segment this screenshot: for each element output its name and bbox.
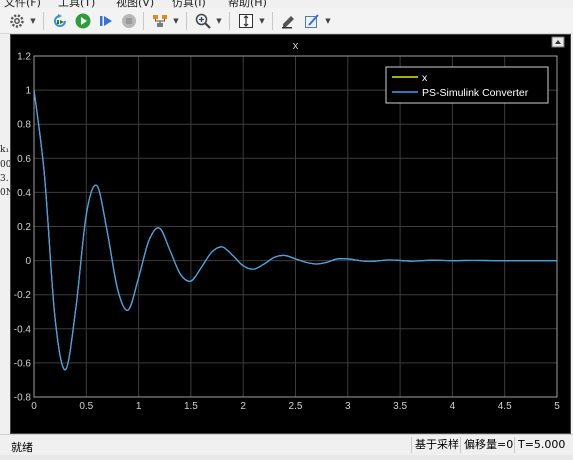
- y-tick-label: 0: [25, 256, 31, 267]
- x-tick-label: 1.5: [184, 401, 198, 412]
- x-tick-label: 5: [554, 401, 560, 412]
- status-text: 就绪: [11, 441, 33, 454]
- menu-view[interactable]: 视图(V): [116, 0, 154, 8]
- step-back-icon[interactable]: [49, 11, 71, 31]
- plot-area[interactable]: x 0 0.5 1 1.5 2 2.5 3 3.5 4 4.5 5 -0.8 -0.6 -0.4 -0.2 0 0…: [11, 35, 570, 433]
- x-tick-label: 3.5: [393, 401, 407, 412]
- x-tick-label: 4: [450, 401, 456, 412]
- offset-label: 偏移量=0: [460, 437, 516, 453]
- toolbar-separator: [143, 11, 144, 30]
- legend-label: x: [422, 72, 428, 84]
- menu-help[interactable]: 帮助(H): [228, 0, 267, 8]
- y-tick-label: 0.2: [17, 222, 31, 233]
- autoscale-icon[interactable]: [235, 11, 257, 31]
- y-tick-label: 0.8: [17, 120, 31, 131]
- y-tick-label: 1: [25, 86, 31, 97]
- status-bar: 就绪 基于采样 偏移量=0 T=5.000: [0, 434, 573, 455]
- menu-tools[interactable]: 工具(T): [58, 0, 95, 8]
- toolbar: ▼ ▼ ▼ ▼ ▼: [0, 8, 573, 34]
- scope-display[interactable]: x 0 0.5 1 1.5 2 2.5 3 3.5 4 4.5 5 -0.8 -0.6 -0.4 -0.2 0 0…: [10, 34, 571, 434]
- chevron-down-icon[interactable]: ▼: [324, 11, 332, 31]
- y-tick-label: -0.4: [14, 324, 32, 335]
- step-forward-icon[interactable]: [95, 11, 117, 31]
- side-label: 3.: [0, 174, 9, 184]
- stop-icon[interactable]: [118, 11, 140, 31]
- bottom-strip: [0, 455, 573, 460]
- toolbar-separator: [43, 11, 44, 30]
- menu-bar: 文件(F) 工具(T) 视图(V) 仿真(I) 帮助(H): [0, 0, 573, 8]
- chevron-down-icon[interactable]: ▼: [258, 11, 266, 31]
- x-tick-label: 2: [240, 401, 246, 412]
- menu-simulation[interactable]: 仿真(I): [172, 0, 206, 8]
- chevron-down-icon[interactable]: ▼: [29, 11, 37, 31]
- y-tick-label: -0.8: [14, 393, 32, 404]
- chevron-down-icon[interactable]: ▼: [172, 11, 180, 31]
- sample-mode-label: 基于采样: [411, 437, 462, 453]
- toolbar-separator: [272, 11, 273, 30]
- style-icon[interactable]: [301, 11, 323, 31]
- signal-selector-icon[interactable]: [149, 11, 171, 31]
- zoom-in-icon[interactable]: [192, 11, 214, 31]
- x-tick-label: 4.5: [498, 401, 512, 412]
- run-icon[interactable]: [72, 11, 94, 31]
- side-label: k₁: [0, 145, 10, 155]
- plot-title: x: [293, 40, 299, 52]
- y-tick-label: 1.2: [17, 52, 31, 63]
- x-tick-label: 0: [31, 401, 37, 412]
- y-tick-label: -0.6: [14, 358, 32, 369]
- y-tick-label: -0.2: [14, 290, 32, 301]
- toolbar-separator: [186, 11, 187, 30]
- y-tick-label: 0.6: [17, 154, 31, 165]
- x-tick-label: 0.5: [79, 401, 93, 412]
- chevron-down-icon[interactable]: ▼: [215, 11, 223, 31]
- edit-icon[interactable]: [278, 11, 300, 31]
- gear-icon[interactable]: [6, 11, 28, 31]
- menu-file[interactable]: 文件(F): [4, 0, 41, 8]
- y-tick-label: 0.4: [17, 188, 31, 199]
- time-label: T=5.000: [514, 437, 568, 453]
- x-tick-label: 2.5: [289, 401, 303, 412]
- legend-label: PS-Simulink Converter: [422, 87, 529, 99]
- toolbar-separator: [229, 11, 230, 30]
- x-tick-label: 3: [345, 401, 351, 412]
- x-tick-label: 1: [136, 401, 142, 412]
